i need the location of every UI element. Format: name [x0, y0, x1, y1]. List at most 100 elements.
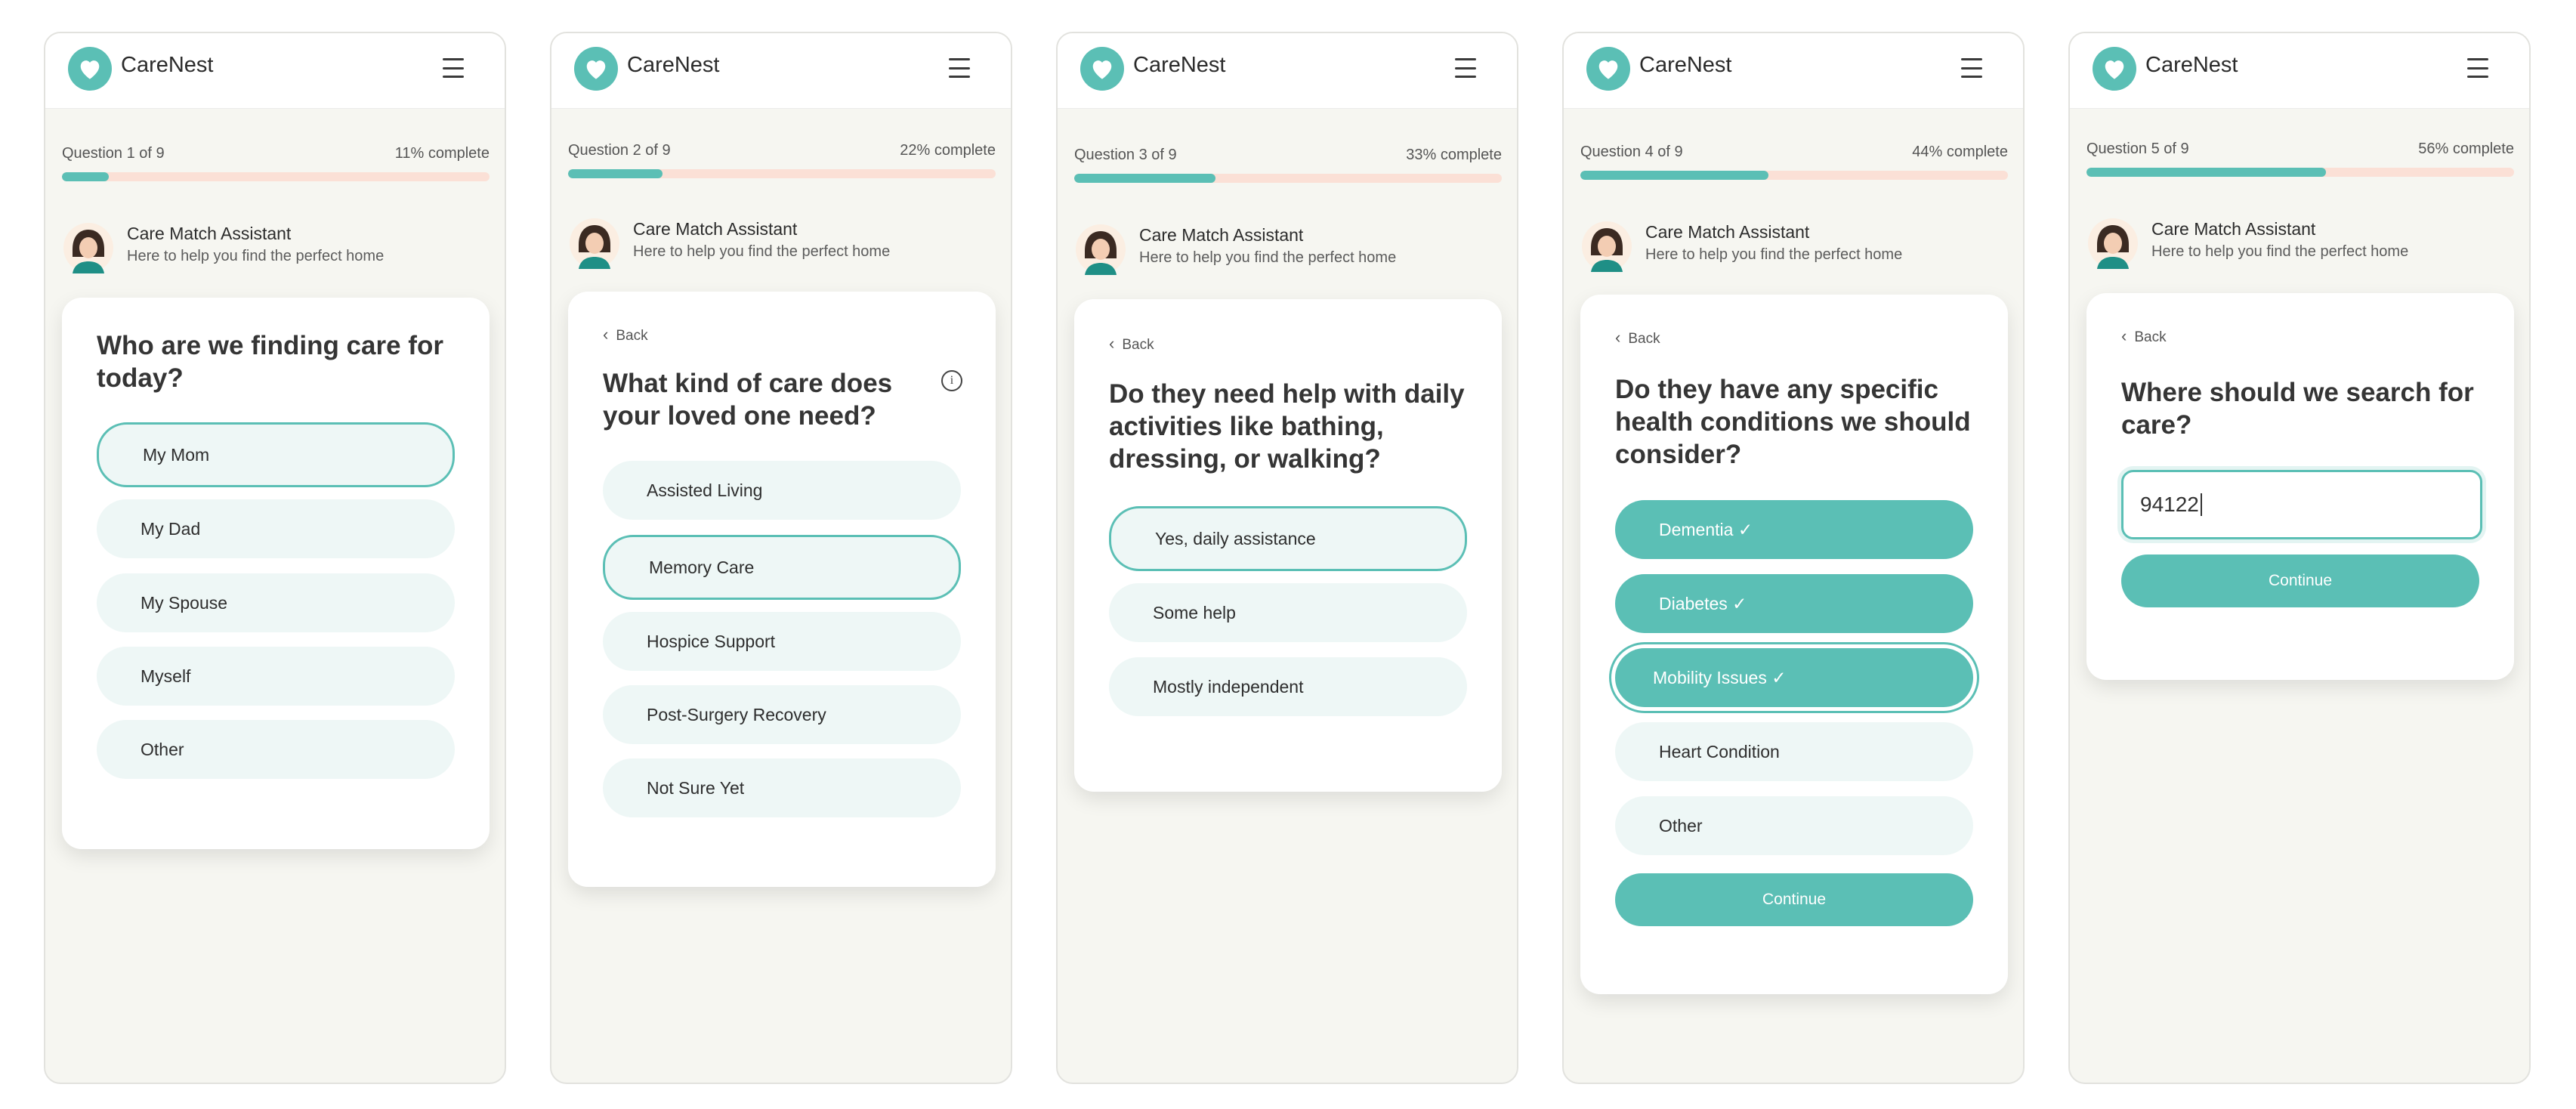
heart-logo-icon[interactable]: [1586, 47, 1630, 91]
continue-button[interactable]: Continue: [2121, 554, 2479, 607]
back-button[interactable]: ‹ Back: [2121, 326, 2167, 346]
app-header: CareNest: [2070, 33, 2529, 109]
question-card: ‹ Back Do they have any specific health c…: [1580, 295, 2008, 994]
assistant-subtitle: Here to help you find the perfect home: [633, 243, 891, 260]
screen-question-2: CareNest Question 2 of 9 22% complete Ca…: [550, 32, 1012, 1084]
heart-logo-icon[interactable]: [2093, 47, 2136, 91]
continue-button[interactable]: Continue: [1615, 873, 1973, 926]
assistant-header: Care Match Assistant Here to help you fi…: [62, 219, 490, 280]
progress-bar: [1580, 171, 2008, 180]
text-cursor: [2200, 493, 2202, 516]
option-assisted-living[interactable]: Assisted Living: [603, 461, 961, 520]
progress-labels: Question 1 of 9 11% complete: [62, 145, 490, 162]
brand-name: CareNest: [121, 53, 214, 77]
assistant-avatar: [1076, 224, 1126, 275]
hamburger-menu-icon[interactable]: [1960, 56, 1984, 80]
progress-labels: Question 5 of 9 56% complete: [2086, 141, 2514, 158]
progress-labels: Question 2 of 9 22% complete: [568, 142, 996, 159]
hamburger-menu-icon[interactable]: [1453, 56, 1478, 80]
assistant-subtitle: Here to help you find the perfect home: [1645, 246, 1903, 263]
chevron-left-icon: ‹: [2121, 326, 2127, 345]
assistant-subtitle: Here to help you find the perfect home: [2151, 243, 2409, 260]
assistant-avatar: [1582, 221, 1632, 272]
info-icon[interactable]: i: [941, 370, 962, 391]
app-header: CareNest: [551, 33, 1011, 109]
back-button[interactable]: ‹ Back: [1615, 328, 1660, 348]
progress-bar: [62, 172, 490, 181]
option-other[interactable]: Other: [1615, 796, 1973, 855]
option-other[interactable]: Other: [97, 720, 455, 779]
heart-logo-icon[interactable]: [1080, 47, 1124, 91]
assistant-name: Care Match Assistant: [2151, 219, 2316, 239]
progress-bar: [568, 169, 996, 178]
option-post-surgery-recovery[interactable]: Post-Surgery Recovery: [603, 685, 961, 744]
back-label: Back: [616, 328, 648, 344]
screen-question-1: CareNest Question 1 of 9 11% complete Ca…: [44, 32, 506, 1084]
chevron-left-icon: ‹: [603, 325, 609, 344]
assistant-avatar: [570, 218, 619, 269]
zip-code-value: 94122: [2140, 493, 2199, 516]
assistant-avatar: [2088, 218, 2138, 269]
progress-bar: [1074, 174, 1502, 183]
back-label: Back: [2134, 329, 2167, 345]
assistant-header: Care Match Assistant Here to help you fi…: [1580, 218, 2008, 278]
app-header: CareNest: [1564, 33, 2023, 109]
assistant-avatar: [63, 223, 113, 273]
option-diabetes[interactable]: Diabetes ✓: [1615, 574, 1973, 633]
option-hospice-support[interactable]: Hospice Support: [603, 612, 961, 671]
question-counter: Question 5 of 9: [2086, 141, 2189, 157]
question-title: Who are we finding care for today?: [97, 331, 443, 393]
question-title: Where should we search for care?: [2121, 378, 2474, 440]
assistant-name: Care Match Assistant: [1645, 222, 1810, 242]
option-heart-condition[interactable]: Heart Condition: [1615, 722, 1973, 781]
percent-complete: 11% complete: [394, 145, 490, 162]
brand-name: CareNest: [1133, 53, 1226, 77]
option-my-dad[interactable]: My Dad: [97, 499, 455, 558]
heart-logo-icon[interactable]: [574, 47, 618, 91]
option-yes-daily-assistance[interactable]: Yes, daily assistance: [1109, 506, 1467, 571]
back-button[interactable]: ‹ Back: [1109, 334, 1154, 354]
heart-logo-icon[interactable]: [68, 47, 112, 91]
question-counter: Question 3 of 9: [1074, 147, 1177, 163]
zip-code-input[interactable]: 94122: [2121, 470, 2482, 539]
percent-complete: 33% complete: [1406, 147, 1502, 163]
back-label: Back: [1628, 331, 1660, 347]
option-myself[interactable]: Myself: [97, 647, 455, 706]
progress-bar: [2086, 168, 2514, 177]
progress-fill: [1074, 174, 1215, 183]
assistant-header: Care Match Assistant Here to help you fi…: [568, 215, 996, 275]
percent-complete: 44% complete: [1912, 144, 2008, 160]
progress-fill: [1580, 171, 1769, 180]
assistant-header: Care Match Assistant Here to help you fi…: [1074, 221, 1502, 281]
app-header: CareNest: [45, 33, 505, 109]
option-some-help[interactable]: Some help: [1109, 583, 1467, 642]
question-counter: Question 4 of 9: [1580, 144, 1683, 160]
option-memory-care[interactable]: Memory Care: [603, 535, 961, 600]
progress-fill: [2086, 168, 2326, 177]
screen-question-5: CareNest Question 5 of 9 56% complete Ca…: [2068, 32, 2531, 1084]
option-my-mom[interactable]: My Mom: [97, 422, 455, 487]
assistant-name: Care Match Assistant: [1139, 225, 1304, 245]
question-card: Who are we finding care for today? My Mo…: [62, 298, 490, 849]
option-dementia[interactable]: Dementia ✓: [1615, 500, 1973, 559]
question-title: Do they have any specific health conditi…: [1615, 375, 1971, 469]
percent-complete: 22% complete: [900, 142, 996, 159]
chevron-left-icon: ‹: [1109, 334, 1115, 353]
option-not-sure-yet[interactable]: Not Sure Yet: [603, 758, 961, 817]
back-button[interactable]: ‹ Back: [603, 325, 648, 344]
progress-labels: Question 4 of 9 44% complete: [1580, 144, 2008, 161]
progress-fill: [568, 169, 663, 178]
screen-question-3: CareNest Question 3 of 9 33% complete Ca…: [1056, 32, 1518, 1084]
option-mobility-issues[interactable]: Mobility Issues ✓: [1615, 648, 1973, 707]
assistant-subtitle: Here to help you find the perfect home: [127, 248, 385, 264]
brand-name: CareNest: [627, 53, 720, 77]
question-title: Do they need help with daily activities …: [1109, 379, 1465, 474]
question-card: ‹ Back Where should we search for care? 9…: [2086, 293, 2514, 680]
hamburger-menu-icon[interactable]: [441, 56, 465, 80]
hamburger-menu-icon[interactable]: [947, 56, 971, 80]
option-mostly-independent[interactable]: Mostly independent: [1109, 657, 1467, 716]
option-my-spouse[interactable]: My Spouse: [97, 573, 455, 632]
question-counter: Question 2 of 9: [568, 142, 671, 159]
hamburger-menu-icon[interactable]: [2466, 56, 2490, 80]
question-counter: Question 1 of 9: [62, 145, 165, 162]
